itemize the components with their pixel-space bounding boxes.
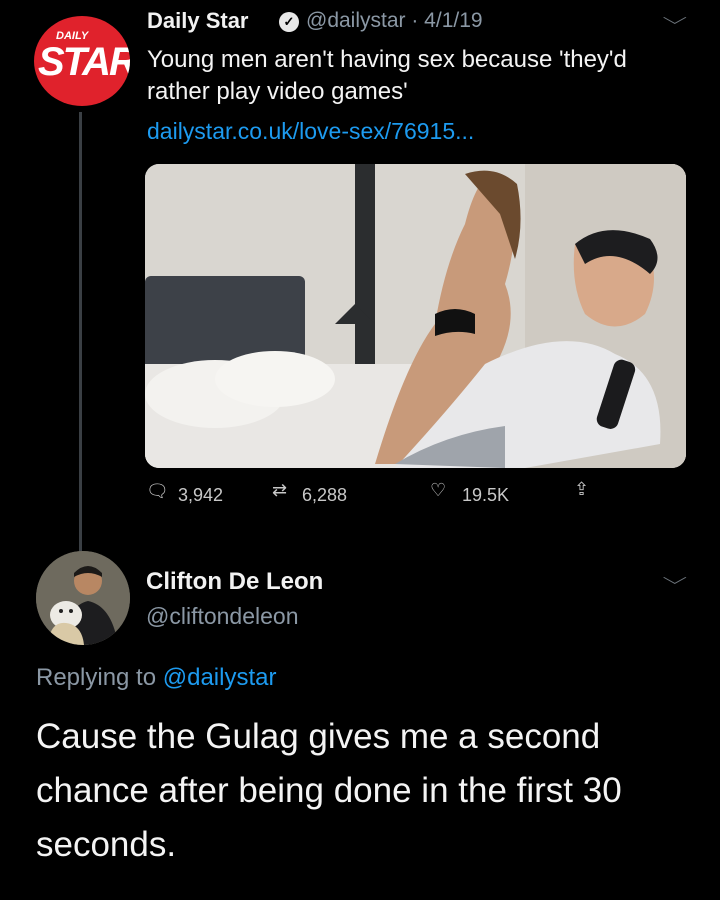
logo-star-text: STAR: [38, 40, 130, 84]
thread-line: [79, 112, 82, 552]
reply-chevron-down-icon[interactable]: ⌵: [663, 568, 688, 589]
reply-display-name[interactable]: Clifton De Leon: [146, 568, 323, 596]
reply-count: 3,942: [178, 485, 224, 505]
replying-to-label: Replying to: [36, 664, 157, 691]
bedroom-photo: [145, 164, 686, 468]
replying-to-line: Replying to @dailystar: [36, 664, 276, 692]
chevron-down-icon[interactable]: ⌵: [663, 8, 688, 29]
tweet-text: Young men aren't having sex because 'the…: [147, 46, 627, 105]
daily-star-avatar[interactable]: DAILY STAR: [34, 16, 130, 106]
reply-text: Cause the Gulag gives me a second chance…: [36, 717, 622, 864]
like-count: 19.5K: [462, 485, 510, 505]
reply-handle[interactable]: @cliftondeleon: [146, 603, 299, 630]
share-icon[interactable]: ⇪: [574, 479, 589, 500]
tweet-handle-date[interactable]: @dailystar · 4/1/19: [306, 9, 483, 33]
heart-icon[interactable]: ♡: [430, 480, 446, 501]
tweet-link[interactable]: dailystar.co.uk/love-sex/76915...: [147, 118, 474, 145]
retweet-icon[interactable]: ⇄: [272, 480, 287, 501]
verified-icon: ✓: [279, 12, 299, 32]
clifton-avatar[interactable]: [36, 551, 130, 645]
tweet-action-bar: 🗨 3,942 ⇄ 6,288 ♡ 19.5K ⇪: [146, 479, 616, 513]
tweet-display-name[interactable]: Daily Star: [147, 8, 249, 34]
reply-icon[interactable]: 🗨: [146, 481, 169, 502]
replying-to-mention[interactable]: @dailystar: [163, 664, 277, 691]
tweet-media-image[interactable]: [145, 164, 686, 468]
avatar-photo: [36, 551, 130, 645]
retweet-count: 6,288: [302, 485, 348, 505]
